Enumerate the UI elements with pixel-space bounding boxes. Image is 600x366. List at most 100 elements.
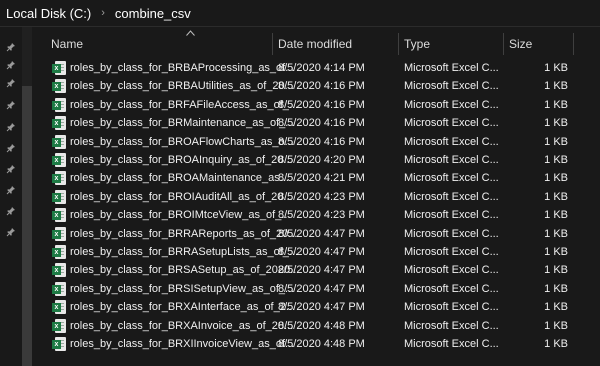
pin-icon[interactable] bbox=[6, 42, 16, 52]
file-type: Microsoft Excel C... bbox=[404, 246, 499, 258]
file-type: Microsoft Excel C... bbox=[404, 62, 499, 74]
date-modified: 8/5/2020 4:16 PM bbox=[278, 117, 365, 130]
date-modified: 8/5/2020 4:23 PM bbox=[278, 209, 365, 222]
sort-ascending-icon bbox=[186, 30, 195, 36]
date-modified: 8/5/2020 4:48 PM bbox=[278, 319, 365, 332]
pin-icon[interactable] bbox=[6, 78, 16, 88]
table-row[interactable]: x roles_by_class_for_BROAFlowCharts_as_o.… bbox=[32, 133, 600, 151]
file-name[interactable]: roles_by_class_for_BRRAReports_as_of_20.… bbox=[70, 225, 300, 243]
file-size: 1 KB bbox=[544, 190, 568, 203]
file-name[interactable]: roles_by_class_for_BROIMtceView_as_of_..… bbox=[70, 206, 300, 224]
date-modified: 8/5/2020 4:23 PM bbox=[278, 190, 365, 203]
table-row[interactable]: x roles_by_class_for_BROIAuditAll_as_of_2… bbox=[32, 188, 600, 206]
table-row[interactable]: x roles_by_class_for_BRXAInterface_as_of_… bbox=[32, 298, 600, 316]
excel-csv-icon: x bbox=[52, 134, 66, 149]
file-type: Microsoft Excel C... bbox=[404, 117, 499, 130]
file-size: 1 KB bbox=[544, 338, 568, 350]
excel-csv-icon: x bbox=[52, 97, 66, 112]
breadcrumb-item-local-disk[interactable]: Local Disk (C:) bbox=[0, 6, 97, 21]
date-modified: 8/5/2020 4:47 PM bbox=[278, 282, 365, 295]
table-row[interactable]: x roles_by_class_for_BRBAProcessing_as_of… bbox=[32, 59, 600, 77]
table-row[interactable]: x roles_by_class_for_BRXAInvoice_as_of_20… bbox=[32, 317, 600, 335]
file-type: Microsoft Excel C... bbox=[404, 338, 499, 350]
file-name[interactable]: roles_by_class_for_BROIAuditAll_as_of_20… bbox=[70, 188, 300, 206]
file-type: Microsoft Excel C... bbox=[404, 319, 499, 332]
date-modified: 8/5/2020 4:47 PM bbox=[278, 227, 365, 240]
date-modified: 8/5/2020 4:47 PM bbox=[278, 246, 365, 258]
excel-csv-icon: x bbox=[52, 226, 66, 241]
table-row[interactable]: x roles_by_class_for_BRMaintenance_as_of_… bbox=[32, 114, 600, 132]
pin-icon[interactable] bbox=[6, 227, 16, 237]
file-size: 1 KB bbox=[544, 62, 568, 74]
quick-access-strip bbox=[0, 27, 22, 366]
column-header-name[interactable]: Name bbox=[51, 27, 83, 55]
breadcrumb-item-combine-csv[interactable]: combine_csv bbox=[109, 6, 197, 21]
file-type: Microsoft Excel C... bbox=[404, 301, 499, 314]
table-row[interactable]: x roles_by_class_for_BROIMtceView_as_of_.… bbox=[32, 206, 600, 224]
file-type: Microsoft Excel C... bbox=[404, 154, 499, 166]
file-name[interactable]: roles_by_class_for_BRSASetup_as_of_2020.… bbox=[70, 261, 300, 279]
file-type: Microsoft Excel C... bbox=[404, 135, 499, 148]
file-name[interactable]: roles_by_class_for_BRFAFileAccess_as_of_… bbox=[70, 96, 300, 114]
file-name[interactable]: roles_by_class_for_BRBAUtilities_as_of_2… bbox=[70, 77, 300, 95]
file-name[interactable]: roles_by_class_for_BRXAInvoice_as_of_20.… bbox=[70, 317, 300, 335]
column-header-type[interactable]: Type bbox=[404, 27, 430, 55]
file-size: 1 KB bbox=[544, 98, 568, 111]
excel-csv-icon: x bbox=[52, 281, 66, 296]
nav-scrollbar-thumb[interactable] bbox=[22, 86, 32, 366]
table-row[interactable]: x roles_by_class_for_BRFAFileAccess_as_of… bbox=[32, 96, 600, 114]
file-size: 1 KB bbox=[544, 301, 568, 314]
column-divider[interactable] bbox=[573, 33, 574, 55]
date-modified: 8/5/2020 4:16 PM bbox=[278, 135, 365, 148]
column-divider[interactable] bbox=[503, 33, 504, 55]
file-name[interactable]: roles_by_class_for_BRRASetupLists_as_of_… bbox=[70, 243, 300, 261]
pin-icon[interactable] bbox=[6, 143, 16, 153]
file-name[interactable]: roles_by_class_for_BROAMaintenance_as... bbox=[70, 169, 300, 187]
file-name[interactable]: roles_by_class_for_BRXAInterface_as_of_2… bbox=[70, 298, 300, 316]
pin-icon[interactable] bbox=[6, 185, 16, 195]
pin-icon[interactable] bbox=[6, 164, 16, 174]
column-header-size[interactable]: Size bbox=[509, 27, 532, 55]
file-size: 1 KB bbox=[544, 246, 568, 258]
file-name[interactable]: roles_by_class_for_BRMaintenance_as_of_.… bbox=[70, 114, 300, 132]
file-type: Microsoft Excel C... bbox=[404, 227, 499, 240]
file-size: 1 KB bbox=[544, 264, 568, 277]
table-row[interactable]: x roles_by_class_for_BRXIInvoiceView_as_o… bbox=[32, 335, 600, 353]
file-name[interactable]: roles_by_class_for_BRBAProcessing_as_of.… bbox=[70, 59, 300, 77]
excel-csv-icon: x bbox=[52, 189, 66, 204]
table-row[interactable]: x roles_by_class_for_BRRASetupLists_as_of… bbox=[32, 243, 600, 261]
table-row[interactable]: x roles_by_class_for_BRSISetupView_as_of_… bbox=[32, 280, 600, 298]
pin-icon[interactable] bbox=[6, 60, 16, 70]
file-size: 1 KB bbox=[544, 319, 568, 332]
pin-icon[interactable] bbox=[6, 100, 16, 110]
file-size: 1 KB bbox=[544, 80, 568, 93]
chevron-right-icon[interactable]: › bbox=[97, 7, 109, 19]
date-modified: 8/5/2020 4:47 PM bbox=[278, 301, 365, 314]
file-type: Microsoft Excel C... bbox=[404, 264, 499, 277]
file-name[interactable]: roles_by_class_for_BROAInquiry_as_of_20.… bbox=[70, 151, 300, 169]
date-modified: 8/5/2020 4:47 PM bbox=[278, 264, 365, 277]
column-divider[interactable] bbox=[398, 33, 399, 55]
file-type: Microsoft Excel C... bbox=[404, 282, 499, 295]
table-row[interactable]: x roles_by_class_for_BROAMaintenance_as..… bbox=[32, 169, 600, 187]
table-row[interactable]: x roles_by_class_for_BRSASetup_as_of_2020… bbox=[32, 261, 600, 279]
file-name[interactable]: roles_by_class_for_BRSISetupView_as_of_.… bbox=[70, 280, 300, 298]
file-type: Microsoft Excel C... bbox=[404, 80, 499, 93]
column-divider[interactable] bbox=[272, 33, 273, 55]
date-modified: 8/5/2020 4:20 PM bbox=[278, 154, 365, 166]
file-name[interactable]: roles_by_class_for_BROAFlowCharts_as_o..… bbox=[70, 133, 300, 151]
pin-icon[interactable] bbox=[6, 122, 16, 132]
column-header-date-modified[interactable]: Date modified bbox=[278, 27, 352, 55]
file-size: 1 KB bbox=[544, 172, 568, 185]
file-name[interactable]: roles_by_class_for_BRXIInvoiceView_as_of… bbox=[70, 335, 300, 353]
column-header-row: Name Date modified Type Size bbox=[32, 27, 600, 55]
excel-csv-icon: x bbox=[52, 61, 66, 75]
table-row[interactable]: x roles_by_class_for_BROAInquiry_as_of_20… bbox=[32, 151, 600, 169]
table-row[interactable]: x roles_by_class_for_BRBAUtilities_as_of_… bbox=[32, 77, 600, 95]
excel-csv-icon: x bbox=[52, 153, 66, 167]
excel-csv-icon: x bbox=[52, 245, 66, 259]
excel-csv-icon: x bbox=[52, 318, 66, 333]
table-row[interactable]: x roles_by_class_for_BRRAReports_as_of_20… bbox=[32, 225, 600, 243]
pin-icon[interactable] bbox=[6, 206, 16, 216]
excel-csv-icon: x bbox=[52, 171, 66, 186]
